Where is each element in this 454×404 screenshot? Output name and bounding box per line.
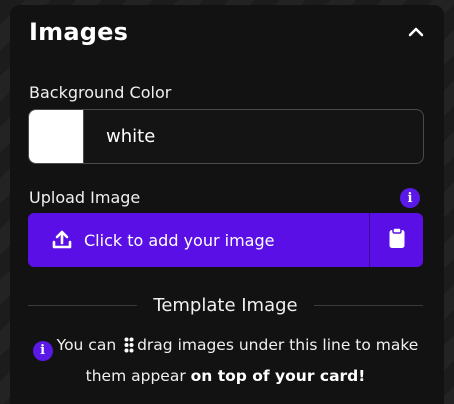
info-icon[interactable]: i <box>400 188 420 208</box>
note-prefix: You can <box>56 336 117 354</box>
note-emphasis: on top of your card! <box>190 367 366 385</box>
color-value[interactable]: white <box>106 126 155 147</box>
upload-image-label: Upload Image <box>29 188 141 207</box>
info-icon: i <box>32 341 53 361</box>
add-image-button[interactable]: Click to add your image <box>28 213 369 267</box>
section-header[interactable]: Images <box>29 15 427 49</box>
background-color-label: Background Color <box>29 83 172 102</box>
template-note: i You can drag images under this line to … <box>28 331 423 390</box>
color-swatch[interactable] <box>29 110 84 163</box>
background-color-input[interactable]: white <box>28 109 424 164</box>
add-image-button-label: Click to add your image <box>84 230 275 250</box>
clipboard-icon <box>388 227 406 253</box>
images-panel: Images Background Color white Upload Ima… <box>10 5 444 404</box>
section-title: Images <box>29 18 129 46</box>
upload-bar: Click to add your image <box>28 213 423 267</box>
paste-image-button[interactable] <box>369 213 423 267</box>
template-divider: Template Image <box>28 293 424 317</box>
chevron-up-icon[interactable] <box>405 21 427 43</box>
upload-icon <box>50 228 74 252</box>
divider-line-left <box>28 304 138 306</box>
template-divider-label: Template Image <box>153 294 298 316</box>
grip-dots-icon <box>124 334 134 362</box>
divider-line-right <box>313 304 424 306</box>
